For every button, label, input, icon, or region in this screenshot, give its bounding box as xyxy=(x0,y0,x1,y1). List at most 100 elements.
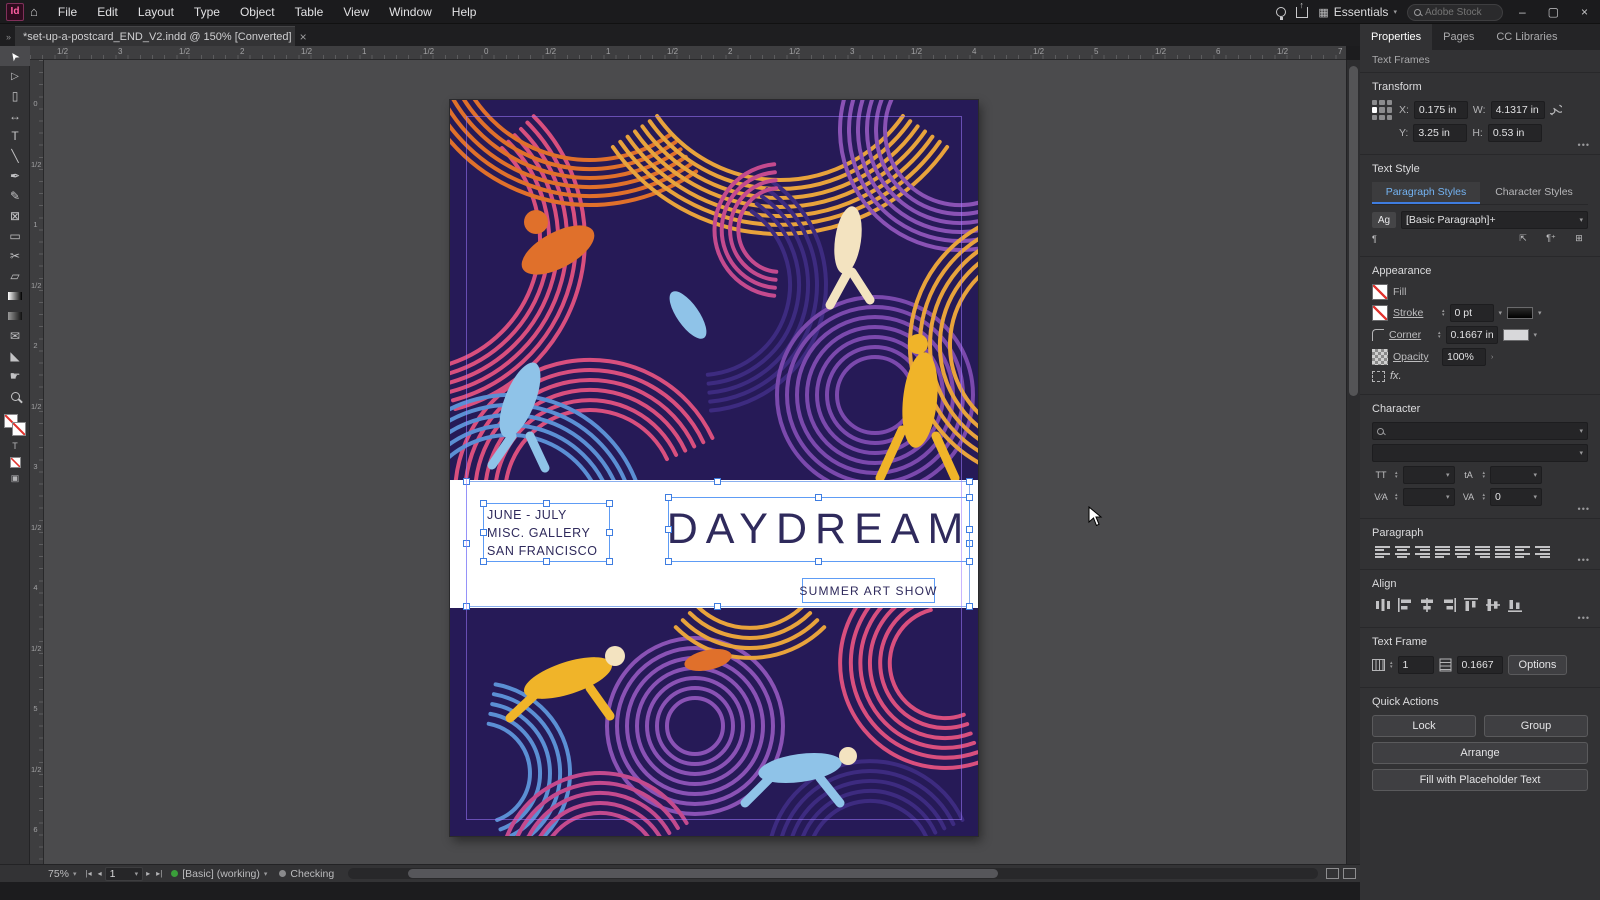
menu-object[interactable]: Object xyxy=(230,0,285,24)
selection-handle[interactable] xyxy=(542,558,550,565)
indent-end-icon[interactable] xyxy=(1534,546,1550,558)
selection-handle[interactable] xyxy=(463,540,470,547)
eyedropper-tool[interactable]: ◣ xyxy=(0,346,30,366)
fx-label[interactable]: fx. xyxy=(1390,370,1402,382)
page-number-field[interactable]: ▾ xyxy=(104,866,144,881)
w-field[interactable] xyxy=(1495,104,1540,116)
preflight-menu[interactable]: [Basic] (working) ▾ xyxy=(165,865,273,882)
paragraph-more-options[interactable]: ••• xyxy=(1578,555,1590,565)
corner-stepper[interactable]: ▴ ▾ xyxy=(1438,331,1441,340)
align-center-h-icon[interactable] xyxy=(1419,597,1435,616)
page-tool[interactable]: ▯ xyxy=(0,86,30,106)
postcard-document[interactable]: JUNE - JULY MISC. GALLERY SAN FRANCISCO … xyxy=(450,100,978,836)
object-effects-icon[interactable] xyxy=(1372,370,1385,382)
fill-color-swatch[interactable] xyxy=(1372,284,1388,300)
stroke-stepper[interactable]: ▴ ▾ xyxy=(1442,309,1445,318)
home-icon[interactable]: ⌂ xyxy=(30,4,38,19)
selection-handle[interactable] xyxy=(606,558,613,565)
leading-field[interactable] xyxy=(1495,469,1531,481)
close-tab-icon[interactable]: × xyxy=(300,30,307,44)
gap-tool[interactable]: ↔ xyxy=(0,106,30,126)
selection-handle[interactable] xyxy=(542,500,550,507)
zoom-tool[interactable] xyxy=(0,386,30,406)
stroke-style-swatch[interactable] xyxy=(1507,307,1534,319)
paragraph-styles-tab[interactable]: Paragraph Styles xyxy=(1372,182,1480,204)
zoom-control[interactable]: 75% ▾ xyxy=(42,865,83,882)
selection-handle[interactable] xyxy=(606,500,613,507)
next-page-button[interactable]: ▸ xyxy=(143,869,153,878)
close-button[interactable]: × xyxy=(1575,5,1594,19)
lock-button[interactable]: Lock xyxy=(1372,715,1476,737)
align-top-icon[interactable] xyxy=(1463,597,1479,616)
previous-page-button[interactable]: ◂ xyxy=(95,869,105,878)
fill-placeholder-button[interactable]: Fill with Placeholder Text xyxy=(1372,769,1588,791)
rectangle-frame-tool[interactable]: ⊠ xyxy=(0,206,30,226)
selection-tool[interactable]: ➤ xyxy=(0,46,30,66)
paragraph-style-value[interactable] xyxy=(1406,214,1577,226)
columns-field[interactable] xyxy=(1402,659,1429,671)
gutter-field[interactable] xyxy=(1461,659,1498,671)
scissors-tool[interactable]: ✂ xyxy=(0,246,30,266)
text-frame-options-button[interactable]: Options xyxy=(1507,655,1568,675)
menu-file[interactable]: File xyxy=(48,0,87,24)
note-tool[interactable]: ✉ xyxy=(0,326,30,346)
rectangle-tool[interactable]: ▭ xyxy=(0,226,30,246)
justify-right-icon[interactable] xyxy=(1474,546,1490,558)
style-override-icon[interactable]: ¶⁺ xyxy=(1542,233,1560,244)
stroke-swatch[interactable] xyxy=(11,422,26,436)
type-tool[interactable]: T xyxy=(0,126,30,146)
menu-table[interactable]: Table xyxy=(285,0,334,24)
stroke-color-swatch[interactable] xyxy=(1372,305,1388,321)
selection-handle[interactable] xyxy=(463,478,470,485)
selection-handle[interactable] xyxy=(665,525,672,533)
horizontal-ruler[interactable]: 1/2 3 1/2 2 1/2 1 1/2 0 1/2 1 1/2 2 1/2 3 1/2 4 1/2 5 1/2 6… xyxy=(30,46,1346,60)
hand-tool[interactable]: ☛ xyxy=(0,366,30,386)
menu-view[interactable]: View xyxy=(333,0,379,24)
corner-shape-swatch[interactable] xyxy=(1502,329,1529,341)
tab-pages[interactable]: Pages xyxy=(1432,24,1485,50)
menu-layout[interactable]: Layout xyxy=(128,0,184,24)
new-style-icon[interactable]: ⊞ xyxy=(1570,233,1588,244)
share-icon[interactable] xyxy=(1296,0,1309,18)
discover-lightbulb-icon[interactable] xyxy=(1276,7,1287,20)
align-center-icon[interactable] xyxy=(1394,546,1410,558)
subtitle-text-frame[interactable]: SUMMER ART SHOW xyxy=(799,578,936,603)
justify-left-icon[interactable] xyxy=(1434,546,1450,558)
window-arrange-icon[interactable] xyxy=(1343,868,1356,879)
transform-more-options[interactable]: ••• xyxy=(1578,140,1590,150)
direct-selection-tool[interactable]: ▷ xyxy=(0,66,30,86)
info-text-frame[interactable]: JUNE - JULY MISC. GALLERY SAN FRANCISCO xyxy=(480,500,613,565)
selection-handle[interactable] xyxy=(966,494,973,501)
tab-properties[interactable]: Properties xyxy=(1360,24,1433,50)
selection-handle[interactable] xyxy=(480,558,487,565)
panel-collapse-icon[interactable]: » xyxy=(0,32,15,46)
distribute-icon[interactable] xyxy=(1375,597,1391,616)
align-more-options[interactable]: ••• xyxy=(1578,613,1590,623)
selection-handle[interactable] xyxy=(966,478,973,485)
vertical-ruler[interactable]: 0 1/2 1 1/2 2 1/2 3 1/2 4 1/2 5 1/2 6 xyxy=(30,60,44,864)
tracking-stepper[interactable]: ▴ ▾ xyxy=(1483,493,1486,502)
selection-handle[interactable] xyxy=(714,603,721,610)
align-left-icon[interactable] xyxy=(1397,597,1413,616)
last-page-button[interactable]: ▸| xyxy=(153,869,165,878)
selection-handle[interactable] xyxy=(966,603,973,610)
character-more-options[interactable]: ••• xyxy=(1578,504,1590,514)
stock-search[interactable] xyxy=(1406,3,1503,21)
pilcrow-options-icon[interactable]: ¶ xyxy=(1372,234,1377,244)
fill-stroke-proxy[interactable] xyxy=(3,414,26,436)
maximize-button[interactable]: ▢ xyxy=(1542,5,1565,19)
align-bottom-icon[interactable] xyxy=(1507,597,1523,616)
pencil-tool[interactable]: ✎ xyxy=(0,186,30,206)
page-number-input[interactable] xyxy=(109,867,132,880)
font-style-input[interactable] xyxy=(1377,447,1577,459)
character-styles-tab[interactable]: Character Styles xyxy=(1480,182,1588,204)
leading-stepper[interactable]: ▴ ▾ xyxy=(1483,471,1486,480)
stroke-link[interactable]: Stroke xyxy=(1393,307,1437,319)
tab-cc-libraries[interactable]: CC Libraries xyxy=(1485,24,1568,50)
selection-handle[interactable] xyxy=(966,558,973,565)
selection-handle[interactable] xyxy=(815,494,822,501)
title-text-frame[interactable]: DAYDREAM xyxy=(665,494,973,565)
kerning-field[interactable] xyxy=(1407,491,1443,503)
search-input[interactable] xyxy=(1424,6,1496,18)
horizontal-scrollbar[interactable] xyxy=(348,868,1318,879)
